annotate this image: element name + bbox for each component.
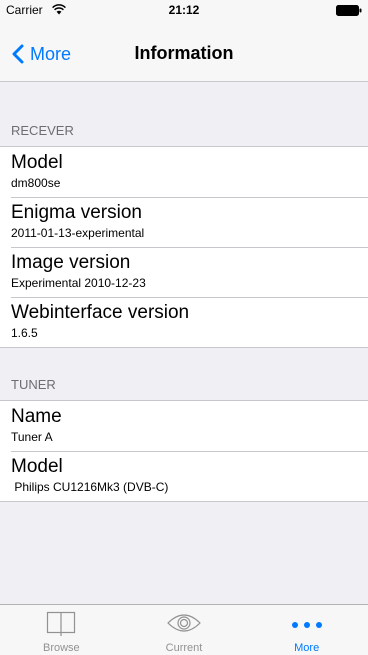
row-title: Model [11, 456, 63, 477]
section-header-tuner: TUNER [0, 348, 368, 400]
section-header-label: TUNER [11, 377, 56, 392]
navigation-bar: More Information [0, 20, 368, 82]
status-bar: Carrier 21:12 [0, 0, 368, 20]
row-title: Webinterface version [11, 302, 190, 323]
row-value: Philips CU1216Mk3 (DVB-C) [11, 480, 169, 494]
row-value: 1.6.5 [11, 326, 38, 340]
section-header-label: RECEVER [11, 123, 74, 138]
tuner-group: Name Tuner A Model Philips CU1216Mk3 (DV… [0, 400, 368, 502]
book-icon [47, 611, 76, 636]
more-icon [291, 622, 322, 628]
receiver-group: Model dm800se Enigma version 2011-01-13-… [0, 146, 368, 348]
eye-icon [167, 614, 201, 632]
tab-current[interactable]: Current [123, 605, 246, 655]
tab-browse[interactable]: Browse [0, 605, 123, 655]
tab-label: Current [165, 642, 203, 654]
row-title: Model [11, 152, 63, 173]
tab-bar: Browse Current More [0, 604, 368, 655]
info-row-model[interactable]: Model dm800se [0, 147, 368, 197]
page-title: Information [134, 43, 234, 63]
row-value: dm800se [11, 176, 61, 190]
info-row-image-version[interactable]: Image version Experimental 2010-12-23 [0, 247, 368, 297]
info-row-enigma-version[interactable]: Enigma version 2011-01-13-experimental [0, 197, 368, 247]
tab-label: More [294, 642, 320, 654]
status-time: 21:12 [168, 3, 200, 17]
battery-icon [336, 5, 362, 16]
info-table[interactable]: RECEVER Model dm800se Enigma version 201… [0, 83, 368, 502]
row-value: 2011-01-13-experimental [11, 226, 145, 240]
row-title: Image version [11, 252, 131, 273]
info-row-tuner-name[interactable]: Name Tuner A [0, 401, 368, 451]
info-row-webinterface-version[interactable]: Webinterface version 1.6.5 [0, 297, 368, 347]
row-value: Tuner A [11, 430, 53, 444]
section-header-receiver: RECEVER [0, 83, 368, 146]
info-row-tuner-model[interactable]: Model Philips CU1216Mk3 (DVB-C) [0, 451, 368, 501]
row-value: Experimental 2010-12-23 [11, 276, 146, 290]
row-title: Name [11, 406, 62, 427]
row-title: Enigma version [11, 202, 142, 223]
tab-label: Browse [42, 642, 80, 654]
tab-more[interactable]: More [245, 605, 368, 655]
